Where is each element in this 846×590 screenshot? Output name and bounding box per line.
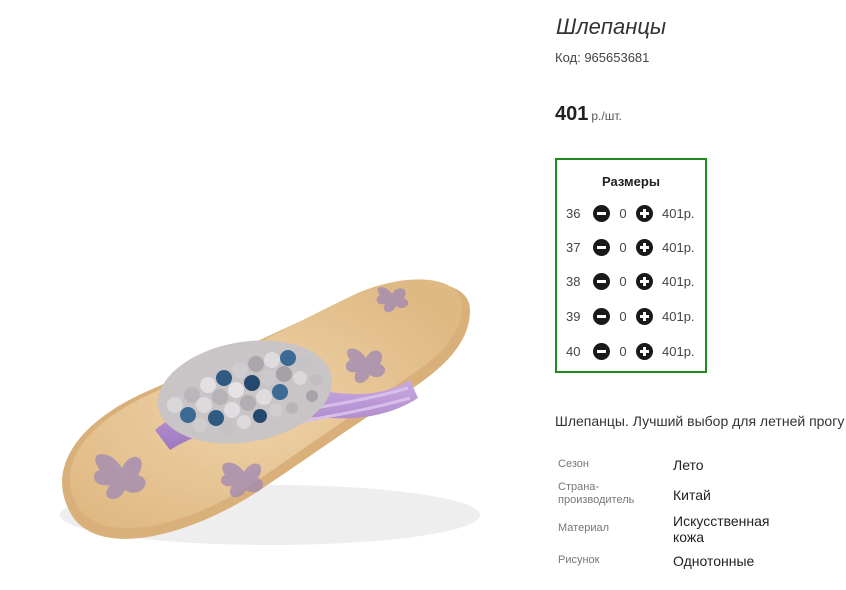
minus-icon[interactable] bbox=[593, 238, 610, 256]
product-description: Шлепанцы. Лучший выбор для летней прогу bbox=[555, 413, 845, 429]
minus-icon[interactable] bbox=[593, 272, 610, 290]
size-row: 37 0 401р. bbox=[566, 237, 695, 257]
property-value: Китай bbox=[673, 487, 711, 503]
product-photo bbox=[60, 279, 480, 545]
property-label: Сезон bbox=[558, 458, 589, 470]
size-label: 39 bbox=[566, 308, 581, 324]
size-row: 39 0 401р. bbox=[566, 306, 695, 326]
price-amount: 401 bbox=[555, 103, 589, 125]
size-label: 37 bbox=[566, 239, 581, 255]
size-label: 40 bbox=[566, 343, 581, 359]
quantity-value: 0 bbox=[619, 239, 627, 255]
size-label: 38 bbox=[566, 273, 581, 289]
quantity-value: 0 bbox=[619, 205, 627, 221]
size-price: 401р. bbox=[662, 205, 695, 221]
size-row: 36 0 401р. bbox=[566, 203, 695, 223]
plus-icon[interactable] bbox=[636, 238, 653, 256]
minus-icon[interactable] bbox=[593, 307, 610, 325]
size-price: 401р. bbox=[662, 308, 695, 324]
plus-icon[interactable] bbox=[636, 204, 653, 222]
property-value: Однотонные bbox=[673, 553, 755, 569]
plus-icon[interactable] bbox=[636, 307, 653, 325]
quantity-value: 0 bbox=[619, 308, 627, 324]
quantity-value: 0 bbox=[619, 273, 627, 289]
quantity-value: 0 bbox=[619, 343, 627, 359]
product-title: Шлепанцы bbox=[556, 14, 667, 39]
property-value: Лето bbox=[673, 457, 704, 473]
minus-icon[interactable] bbox=[593, 204, 610, 222]
sizes-heading: Размеры bbox=[602, 174, 660, 189]
size-price: 401р. bbox=[662, 273, 695, 289]
size-price: 401р. bbox=[662, 239, 695, 255]
property-label: Рисунок bbox=[558, 554, 600, 566]
product-price: 401 р./шт. bbox=[555, 103, 622, 126]
size-price: 401р. bbox=[662, 343, 695, 359]
size-row: 40 0 401р. bbox=[566, 341, 695, 361]
plus-icon[interactable] bbox=[636, 272, 653, 290]
size-row: 38 0 401р. bbox=[566, 271, 695, 291]
plus-icon[interactable] bbox=[636, 342, 653, 360]
minus-icon[interactable] bbox=[593, 342, 610, 360]
property-label: Страна-производитель bbox=[558, 481, 635, 506]
price-unit: р./шт. bbox=[591, 109, 622, 123]
property-label: Материал bbox=[558, 522, 609, 534]
property-value: Искусственная кожа bbox=[673, 513, 770, 545]
sizes-panel: Размеры 36 0 401р. 37 0 401р. 38 0 401р.… bbox=[555, 158, 707, 373]
product-code: Код: 965653681 bbox=[555, 50, 650, 65]
size-label: 36 bbox=[566, 205, 581, 221]
